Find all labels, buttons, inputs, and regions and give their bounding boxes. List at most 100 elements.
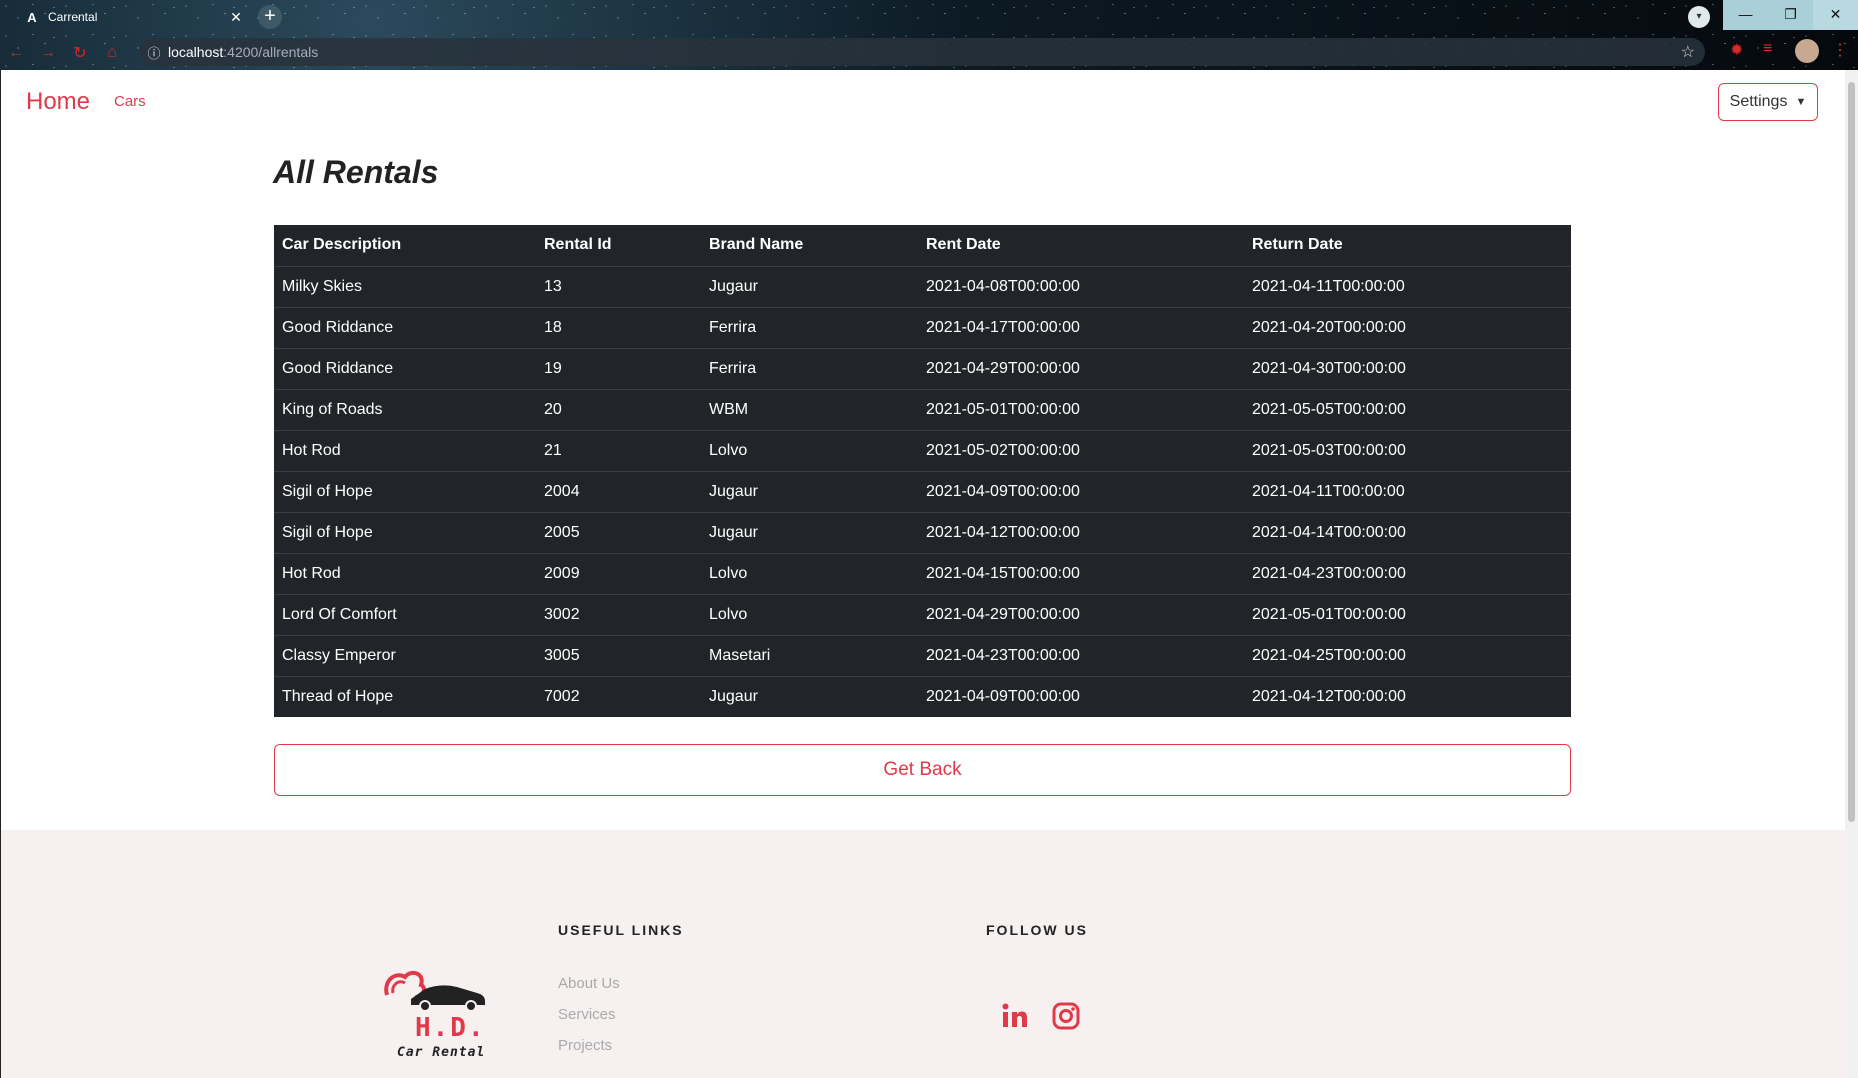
cell-brand-name: Jugaur bbox=[701, 511, 918, 553]
cell-rental-id: 18 bbox=[536, 306, 701, 348]
logo-subtitle: Car Rental bbox=[397, 1045, 486, 1060]
cell-car-description: Thread of Hope bbox=[274, 675, 536, 717]
table-row: King of Roads 20 WBM 2021-05-01T00:00:00 202… bbox=[274, 388, 1571, 430]
logo-brand-text: H.D. bbox=[415, 1013, 486, 1043]
table-row: Lord Of Comfort 3002 Lolvo 2021-04-29T00:00… bbox=[274, 593, 1571, 635]
table-row: Classy Emperor 3005 Masetari 2021-04-23T00:… bbox=[274, 634, 1571, 676]
cell-return-date: 2021-04-14T00:00:00 bbox=[1244, 511, 1571, 553]
cell-rent-date: 2021-04-09T00:00:00 bbox=[918, 675, 1244, 717]
column-header-return-date: Return Date bbox=[1252, 236, 1343, 254]
table-row: Sigil of Hope 2004 Jugaur 2021-04-09T00:00:… bbox=[274, 470, 1571, 512]
forward-icon[interactable]: → bbox=[32, 44, 64, 62]
cell-rental-id: 3002 bbox=[536, 593, 701, 635]
footer: H.D. Car Rental USEFUL LINKS About Us Se… bbox=[1, 830, 1846, 1078]
window-controls: — ❐ ✕ bbox=[1723, 0, 1858, 30]
cell-brand-name: Lolvo bbox=[701, 429, 918, 471]
page-content: Home Cars Settings ▼ All Rentals Car Des… bbox=[0, 70, 1846, 1078]
follow-us-title: FOLLOW US bbox=[986, 922, 1088, 938]
company-logo: H.D. Car Rental bbox=[381, 965, 501, 1065]
reload-icon[interactable]: ↻ bbox=[64, 43, 96, 63]
table-row: Hot Rod 2009 Lolvo 2021-04-15T00:00:00 2021-… bbox=[274, 552, 1571, 594]
cell-brand-name: Ferrira bbox=[701, 347, 918, 389]
cell-car-description: Lord Of Comfort bbox=[274, 593, 536, 635]
cell-brand-name: WBM bbox=[701, 388, 918, 430]
nav-cars-link[interactable]: Cars bbox=[114, 93, 146, 110]
url-host: localhost bbox=[168, 44, 224, 60]
useful-links-list: About Us Services Projects bbox=[558, 975, 620, 1068]
useful-links-title: USEFUL LINKS bbox=[558, 922, 684, 938]
cell-rent-date: 2021-04-23T00:00:00 bbox=[918, 634, 1244, 676]
browser-menu-icon[interactable]: ⋮ bbox=[1832, 40, 1848, 60]
column-header-brand-name: Brand Name bbox=[709, 236, 804, 254]
profile-avatar[interactable] bbox=[1795, 39, 1819, 63]
footer-link-about-us[interactable]: About Us bbox=[558, 975, 620, 992]
site-info-icon[interactable]: ⓘ bbox=[140, 43, 168, 62]
nav-home-link[interactable]: Home bbox=[26, 88, 90, 116]
logo-car-icon bbox=[384, 970, 485, 1012]
restore-button[interactable]: ❐ bbox=[1768, 0, 1813, 30]
cell-rent-date: 2021-04-15T00:00:00 bbox=[918, 552, 1244, 594]
cell-rent-date: 2021-04-12T00:00:00 bbox=[918, 511, 1244, 553]
angular-favicon-icon: A bbox=[27, 9, 37, 25]
cell-brand-name: Jugaur bbox=[701, 470, 918, 512]
column-header-car-description: Car Description bbox=[282, 236, 402, 254]
cell-rent-date: 2021-04-17T00:00:00 bbox=[918, 306, 1244, 348]
cell-return-date: 2021-05-01T00:00:00 bbox=[1244, 593, 1571, 635]
cell-brand-name: Masetari bbox=[701, 634, 918, 676]
table-body: Milky Skies 13 Jugaur 2021-04-08T00:00:00 20… bbox=[274, 265, 1571, 717]
extension-puzzle-icon[interactable]: ✹ bbox=[1730, 40, 1743, 60]
scrollbar-thumb[interactable] bbox=[1848, 82, 1855, 822]
rentals-table: Car Description Rental Id Brand Name Ren… bbox=[274, 225, 1571, 717]
cell-rental-id: 2004 bbox=[536, 470, 701, 512]
tab-title: Carrental bbox=[48, 10, 98, 24]
back-icon[interactable]: ← bbox=[0, 44, 32, 62]
cell-rental-id: 19 bbox=[536, 347, 701, 389]
page-scrollbar[interactable] bbox=[1845, 70, 1858, 1078]
cell-rental-id: 7002 bbox=[536, 675, 701, 717]
cell-rental-id: 3005 bbox=[536, 634, 701, 676]
close-window-button[interactable]: ✕ bbox=[1813, 0, 1858, 30]
cell-return-date: 2021-04-30T00:00:00 bbox=[1244, 347, 1571, 389]
column-header-rent-date: Rent Date bbox=[926, 236, 1001, 254]
cell-brand-name: Jugaur bbox=[701, 265, 918, 307]
new-tab-button[interactable]: + bbox=[258, 5, 282, 29]
cell-rent-date: 2021-04-09T00:00:00 bbox=[918, 470, 1244, 512]
cell-car-description: Milky Skies bbox=[274, 265, 536, 307]
address-bar[interactable]: ⓘ localhost:4200/allrentals ☆ bbox=[140, 38, 1705, 66]
settings-label: Settings bbox=[1729, 93, 1788, 110]
cell-rent-date: 2021-05-01T00:00:00 bbox=[918, 388, 1244, 430]
cell-return-date: 2021-04-20T00:00:00 bbox=[1244, 306, 1571, 348]
extension-translate-icon[interactable]: ≡ bbox=[1763, 40, 1772, 58]
cell-return-date: 2021-04-23T00:00:00 bbox=[1244, 552, 1571, 594]
browser-tab[interactable]: A Carrental ✕ bbox=[8, 3, 246, 31]
cell-brand-name: Ferrira bbox=[701, 306, 918, 348]
tab-close-icon[interactable]: ✕ bbox=[226, 9, 246, 26]
caret-down-icon: ▼ bbox=[1795, 96, 1807, 108]
get-back-button[interactable]: Get Back bbox=[274, 744, 1571, 796]
home-icon[interactable]: ⌂ bbox=[96, 44, 128, 62]
instagram-icon[interactable] bbox=[1052, 1002, 1084, 1034]
linkedin-icon[interactable] bbox=[1001, 1002, 1033, 1034]
cell-car-description: Sigil of Hope bbox=[274, 470, 536, 512]
table-row: Milky Skies 13 Jugaur 2021-04-08T00:00:00 20… bbox=[274, 265, 1571, 307]
cell-rent-date: 2021-04-29T00:00:00 bbox=[918, 593, 1244, 635]
cell-car-description: Good Riddance bbox=[274, 306, 536, 348]
browser-chrome: A Carrental ✕ + ▾ — ❐ ✕ ← → ↻ ⌂ ⓘ localh… bbox=[0, 0, 1858, 70]
url-path: :4200/allrentals bbox=[223, 44, 319, 60]
cell-rental-id: 21 bbox=[536, 429, 701, 471]
cell-rental-id: 20 bbox=[536, 388, 701, 430]
settings-dropdown-button[interactable]: Settings ▼ bbox=[1718, 83, 1818, 121]
table-row: Good Riddance 18 Ferrira 2021-04-17T00:00:0… bbox=[274, 306, 1571, 348]
cell-car-description: Hot Rod bbox=[274, 552, 536, 594]
cell-car-description: Good Riddance bbox=[274, 347, 536, 389]
cell-rental-id: 2009 bbox=[536, 552, 701, 594]
cell-car-description: Sigil of Hope bbox=[274, 511, 536, 553]
table-header-row: Car Description Rental Id Brand Name Ren… bbox=[274, 225, 1571, 266]
bookmark-star-icon[interactable]: ☆ bbox=[1681, 42, 1695, 62]
minimize-button[interactable]: — bbox=[1723, 0, 1768, 30]
footer-link-projects[interactable]: Projects bbox=[558, 1037, 620, 1054]
cell-return-date: 2021-05-05T00:00:00 bbox=[1244, 388, 1571, 430]
footer-link-services[interactable]: Services bbox=[558, 1006, 620, 1023]
tab-search-icon[interactable]: ▾ bbox=[1688, 6, 1710, 28]
cell-rental-id: 13 bbox=[536, 265, 701, 307]
